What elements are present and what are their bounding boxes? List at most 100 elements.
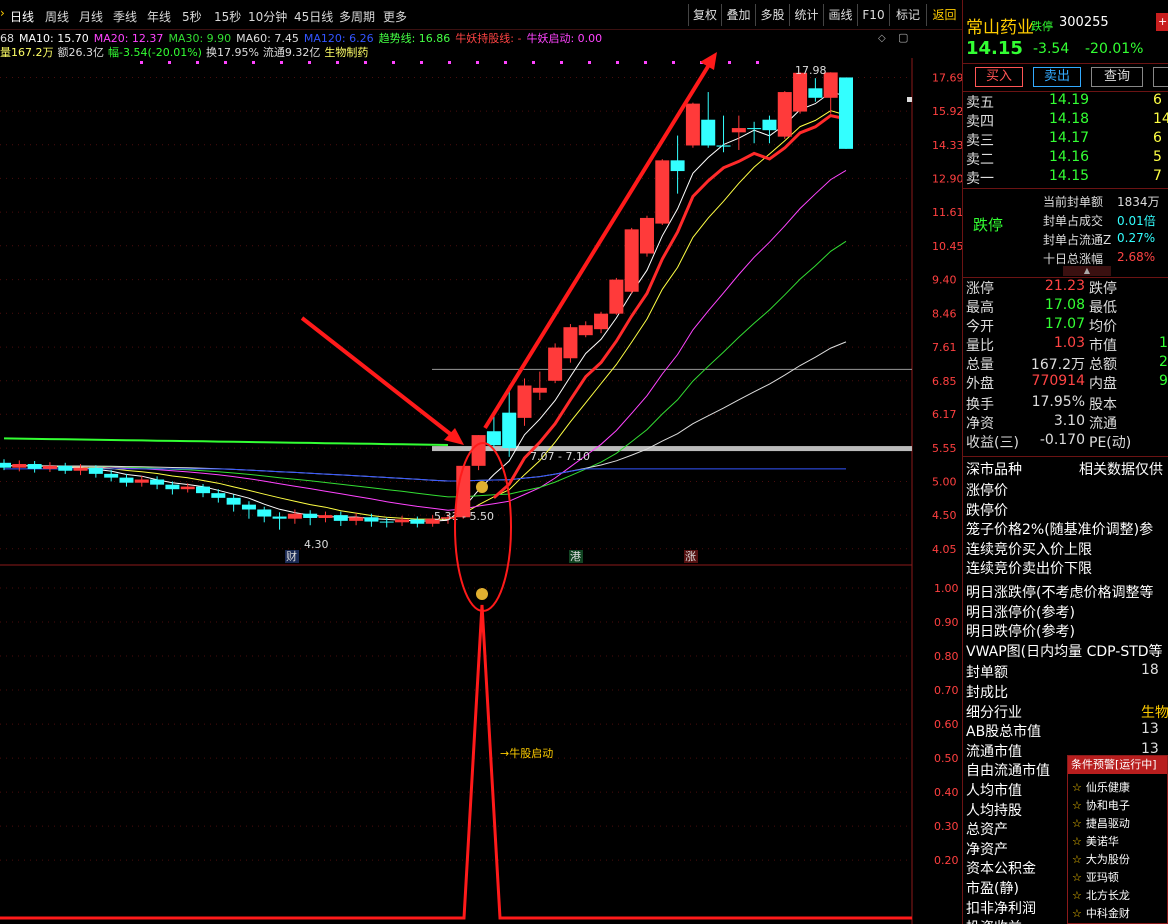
- candle: [0, 462, 11, 468]
- info-row-label: 细分行业: [966, 704, 1022, 721]
- star-icon: ☆: [1072, 871, 1082, 884]
- sell-level-label: 卖三: [966, 133, 994, 149]
- alert-item-name: 中科金财: [1085, 907, 1130, 920]
- buy-button[interactable]: 买入: [975, 67, 1023, 87]
- candle: [793, 72, 808, 112]
- price-chart[interactable]: 17.984.307.07 - 7.105.31 - 5.50财港涨→牛股启动 …: [0, 0, 962, 924]
- candle: [655, 160, 670, 224]
- stat-value: -0.170: [1039, 432, 1085, 448]
- stat-value: 17.08: [1044, 297, 1085, 313]
- seal-key: 当前封单额: [1043, 195, 1104, 209]
- y-tick-label: 15.92: [932, 105, 962, 118]
- stat-key-2: 跌停: [1089, 281, 1117, 297]
- y-tick-label: 0.40: [934, 786, 959, 799]
- candle: [685, 103, 700, 146]
- info-row-label: 扣非净利润: [966, 900, 1036, 917]
- alert-item[interactable]: ☆ 亚玛顿: [1072, 869, 1119, 885]
- signal-dot: [532, 61, 535, 64]
- alert-item[interactable]: ☆ 中科金财: [1072, 905, 1130, 921]
- alert-panel: 条件预警[运行中] ☆ 仙乐健康 ☆ 协和电子 ☆ 捷昌驱动 ☆ 美诺华 ☆ 大为股份 ☆ 亚玛顿 ☆ 北…: [1067, 755, 1168, 924]
- candle: [548, 347, 563, 381]
- signal-dot: [140, 61, 143, 64]
- stat-key-2: 总额: [1089, 357, 1117, 373]
- y-tick-label: 10.45: [932, 240, 962, 253]
- alert-item-name: 仙乐健康: [1085, 781, 1130, 794]
- candle: [594, 313, 609, 330]
- candle: [747, 128, 762, 130]
- candle: [211, 493, 226, 498]
- price-change: -3.54: [1033, 41, 1070, 57]
- info-row-label: 投资收益: [966, 917, 1022, 924]
- y-tick-label: 0.60: [934, 718, 959, 731]
- alert-item-name: 亚玛顿: [1085, 871, 1119, 884]
- stat-key: 换手: [966, 397, 994, 413]
- alert-item[interactable]: ☆ 仙乐健康: [1072, 779, 1130, 795]
- candle: [624, 229, 639, 292]
- alert-item[interactable]: ☆ 协和电子: [1072, 797, 1130, 813]
- drawn-arrow: [483, 58, 714, 430]
- candle: [165, 484, 180, 490]
- sell-level-volume: 14: [1153, 111, 1168, 127]
- candle: [88, 467, 103, 474]
- info-row-label: 总资产: [966, 822, 1008, 839]
- signal-dot: [280, 61, 283, 64]
- stat-value: 3.10: [1053, 413, 1085, 429]
- alert-item-name: 捷昌驱动: [1085, 817, 1130, 830]
- candle: [839, 77, 853, 149]
- candle: [73, 467, 88, 471]
- stat-key: 总量: [966, 357, 994, 373]
- alert-title[interactable]: 条件预警[运行中]: [1068, 756, 1167, 774]
- candle: [58, 465, 73, 471]
- tag-fin: 财: [286, 549, 297, 563]
- sell-level-volume: 6: [1153, 130, 1162, 146]
- trading-screen: { "periods":["日线","周线","月线","季线","年线","5…: [0, 0, 1168, 924]
- seal-label: 跌停: [973, 216, 1004, 234]
- stat-key-2: 内盘: [1089, 376, 1117, 392]
- star-icon: ☆: [1072, 781, 1082, 794]
- candle: [639, 217, 654, 254]
- candle: [517, 385, 532, 418]
- stat-key: 最高: [966, 300, 994, 316]
- signal-line: [0, 604, 912, 920]
- signal-dot: [252, 61, 255, 64]
- signal-dot: [560, 61, 563, 64]
- seal-value: 0.27%: [1117, 231, 1156, 245]
- info-row-label: 明日涨停价(参考): [966, 604, 1075, 621]
- info-row-value: 生物: [1141, 704, 1168, 721]
- sell-level-volume: 5: [1153, 149, 1162, 165]
- signal-dot: [476, 61, 479, 64]
- seal-value: 1834万: [1117, 195, 1160, 209]
- alert-item[interactable]: ☆ 北方长龙: [1072, 887, 1130, 903]
- add-icon[interactable]: +: [1156, 13, 1168, 31]
- star-icon: ☆: [1072, 835, 1082, 848]
- stat-key: 量比: [966, 338, 994, 354]
- alert-item[interactable]: ☆ 捷昌驱动: [1072, 815, 1130, 831]
- alert-item[interactable]: ☆ 大为股份: [1072, 851, 1130, 867]
- candle: [808, 88, 823, 98]
- y-tick-label: 0.50: [934, 752, 959, 765]
- more-button[interactable]: [1153, 67, 1168, 87]
- y-tick-label: 14.33: [932, 139, 962, 152]
- tab-market[interactable]: 深市品种: [966, 459, 1022, 479]
- candle: [241, 504, 256, 510]
- info-row-label: VWAP图(日内均量 CDP-STD等: [966, 643, 1163, 660]
- info-row-label: 人均持股: [966, 802, 1022, 819]
- tab-related[interactable]: 相关数据仅供: [1079, 459, 1163, 479]
- y-tick-label: 11.61: [932, 206, 962, 219]
- drawn-ellipse: [454, 442, 512, 612]
- sell-button[interactable]: 卖出: [1033, 67, 1081, 87]
- candle: [502, 412, 517, 449]
- stat-value: 770914: [1031, 373, 1085, 389]
- alert-item[interactable]: ☆ 美诺华: [1072, 833, 1119, 849]
- signal-label: →牛股启动: [500, 746, 553, 760]
- signal-dot: [756, 61, 759, 64]
- info-row-label: 连续竞价卖出价下限: [966, 561, 1092, 578]
- info-row-label: 封成比: [966, 685, 1008, 701]
- y-tick-label: 0.70: [934, 684, 959, 697]
- sell-level-price: 14.17: [1049, 130, 1090, 146]
- info-row-value: 13: [1141, 721, 1159, 738]
- collapse-icon[interactable]: ▲: [1063, 266, 1111, 276]
- stat-value: 21.23: [1044, 278, 1085, 294]
- query-button[interactable]: 查询: [1091, 67, 1143, 87]
- info-row-label: 涨停价: [966, 483, 1008, 499]
